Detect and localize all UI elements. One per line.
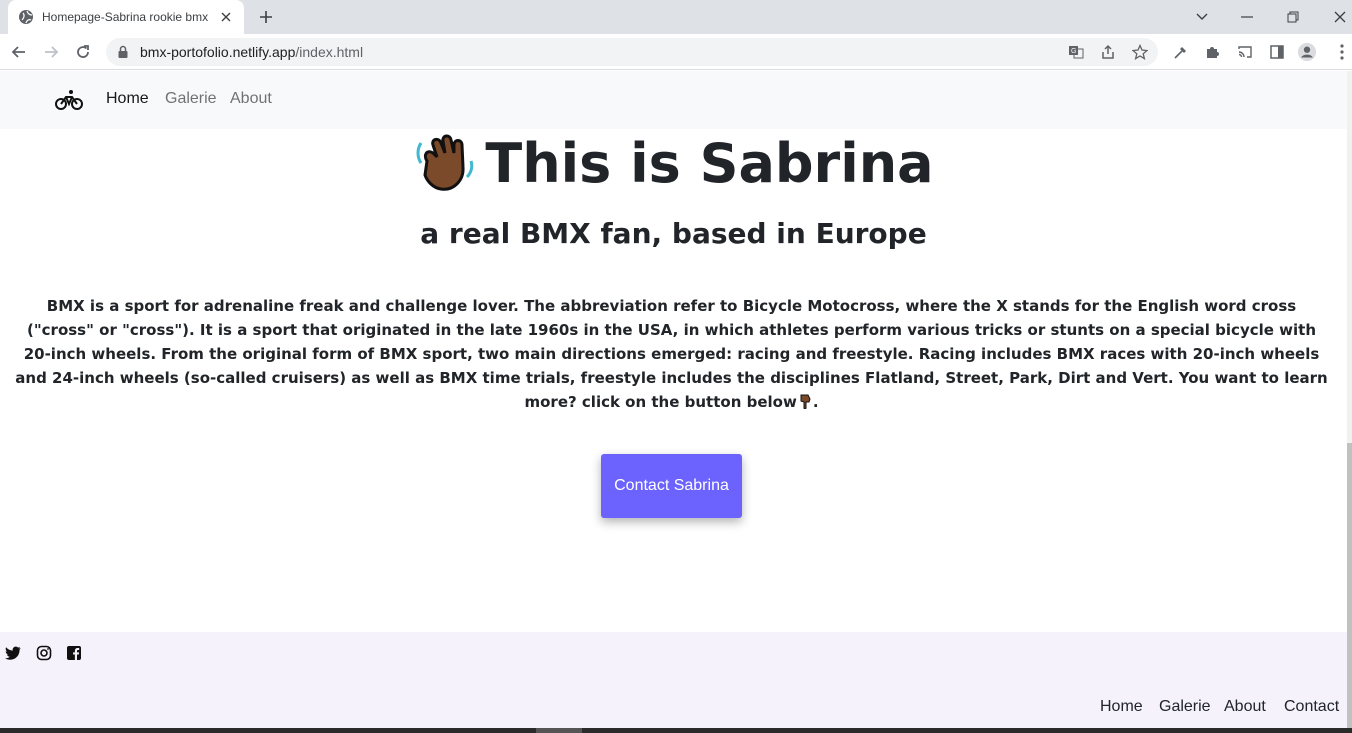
url-host: bmx-portofolio.netlify.app [140, 44, 296, 60]
restore-icon[interactable] [1273, 0, 1313, 34]
intro-text: BMX is a sport for adrenaline freak and … [15, 297, 1328, 411]
footer-link-about[interactable]: About [1224, 698, 1266, 716]
intro-paragraph: BMX is a sport for adrenaline freak and … [14, 294, 1329, 414]
nav-link-home[interactable]: Home [106, 90, 149, 108]
footer-link-contact[interactable]: Contact [1284, 698, 1339, 716]
twitter-icon[interactable] [4, 644, 22, 662]
extensions-icon[interactable] [1203, 42, 1223, 62]
lock-icon[interactable] [116, 45, 130, 59]
cast-icon[interactable] [1235, 42, 1255, 62]
globe-icon [18, 9, 34, 25]
svg-text:G: G [1071, 48, 1076, 55]
close-window-icon[interactable] [1320, 0, 1352, 34]
hero-title-text: This is Sabrina [485, 131, 934, 195]
forward-icon[interactable] [39, 40, 63, 64]
taskbar-edge [0, 728, 1352, 733]
taskbar-active-indicator [536, 728, 582, 733]
url-path: /index.html [295, 44, 364, 60]
bicycle-logo-icon[interactable] [55, 88, 83, 112]
nav-link-about[interactable]: About [230, 90, 272, 108]
side-panel-icon[interactable] [1267, 42, 1287, 62]
page-subtitle: a real BMX fan, based in Europe [420, 217, 927, 250]
browser-toolbar: bmx-portofolio.netlify.app/index.html G [0, 34, 1352, 70]
tab-title: Homepage-Sabrina rookie bmx r [42, 10, 212, 24]
site-navbar: Home Galerie About [0, 71, 1347, 129]
eyedropper-icon[interactable] [1171, 42, 1191, 62]
close-tab-icon[interactable] [218, 9, 234, 25]
reload-icon[interactable] [71, 40, 95, 64]
browser-tab[interactable]: Homepage-Sabrina rookie bmx r [8, 0, 244, 34]
nav-link-galerie[interactable]: Galerie [165, 90, 217, 108]
contact-sabrina-button[interactable]: Contact Sabrina [601, 454, 742, 518]
address-bar[interactable]: bmx-portofolio.netlify.app/index.html G [106, 38, 1158, 66]
browser-tab-bar: Homepage-Sabrina rookie bmx r [0, 0, 1352, 34]
bookmark-star-icon[interactable] [1130, 42, 1150, 62]
new-tab-icon[interactable] [256, 7, 276, 27]
page-title: This is Sabrina [0, 129, 1347, 197]
page-scrollbar[interactable] [1347, 71, 1352, 728]
footer-link-galerie[interactable]: Galerie [1159, 698, 1211, 716]
instagram-icon[interactable] [35, 644, 53, 662]
footer-link-home[interactable]: Home [1100, 698, 1143, 716]
facebook-icon[interactable] [65, 644, 83, 662]
minimize-icon[interactable] [1227, 0, 1267, 34]
page-viewport: Home Galerie About This is Sabrina a rea… [0, 71, 1347, 728]
tab-search-icon[interactable] [1182, 0, 1222, 34]
pointing-down-icon [797, 392, 813, 410]
intro-tail: . [812, 393, 819, 411]
waving-hand-icon [413, 131, 477, 195]
back-icon[interactable] [7, 40, 31, 64]
translate-icon[interactable]: G [1066, 42, 1086, 62]
scrollbar-thumb[interactable] [1347, 443, 1352, 728]
site-footer: Home Galerie About Contact [0, 632, 1347, 728]
menu-kebab-icon[interactable] [1332, 42, 1352, 62]
share-icon[interactable] [1098, 42, 1118, 62]
profile-avatar-icon[interactable] [1297, 42, 1317, 62]
